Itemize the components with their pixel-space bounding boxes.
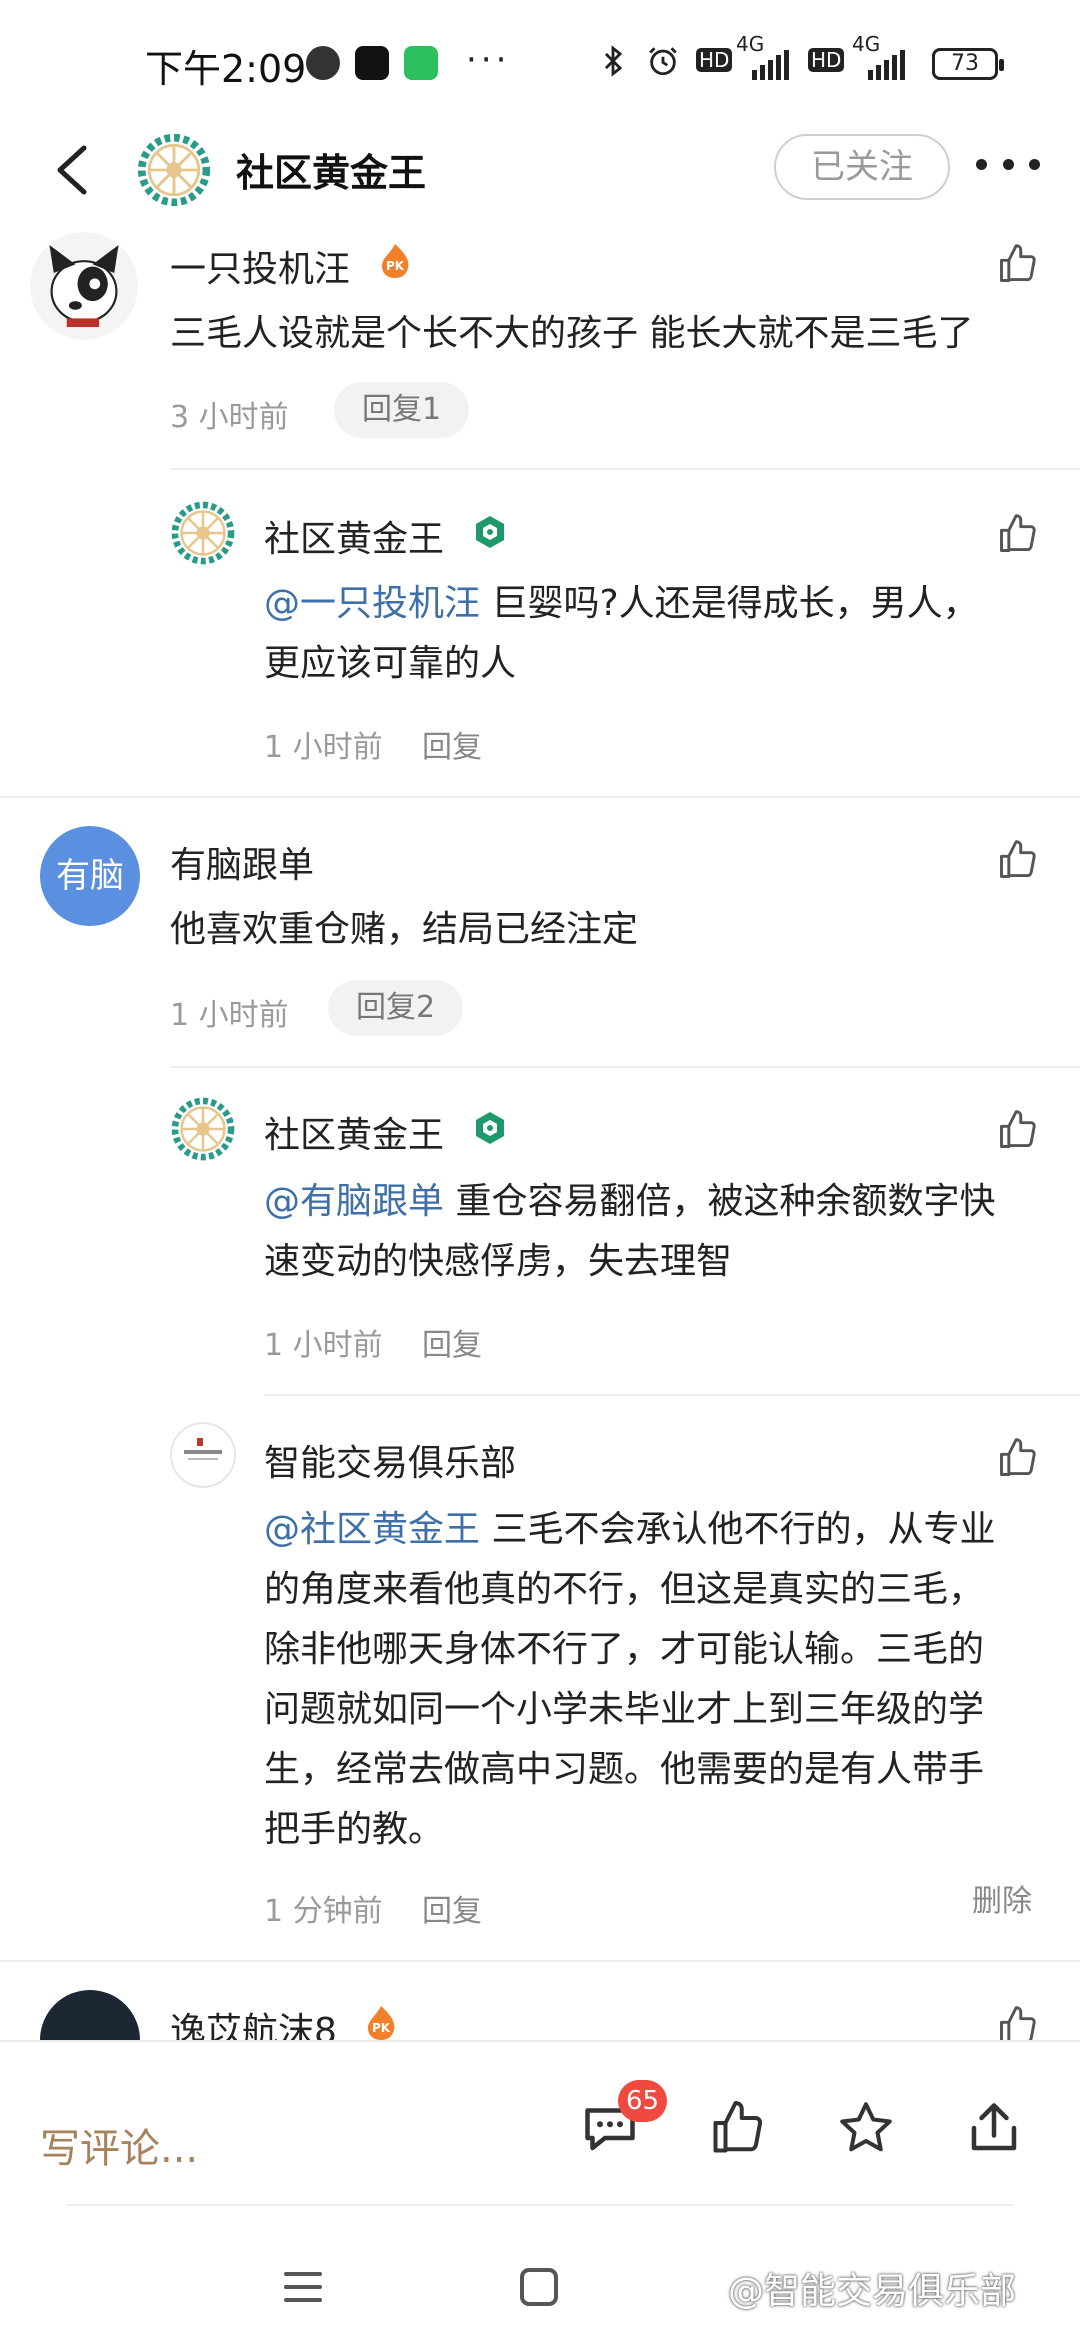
comment-text: 他喜欢重仓赌，结局已经注定 <box>170 909 639 950</box>
reply-avatar[interactable] <box>170 1096 236 1162</box>
like-icon[interactable] <box>996 1436 1040 1480</box>
svg-text:PK: PK <box>386 259 405 273</box>
like-icon[interactable] <box>996 838 1040 882</box>
reply-text: @一只投机汪 巨婴吗?人还是得成长，男人， 更应该可靠的人 <box>264 583 979 684</box>
reply-button[interactable]: 回复 <box>422 722 482 766</box>
recent-apps-icon[interactable] <box>284 2272 322 2302</box>
like-icon[interactable] <box>996 1108 1040 1152</box>
pk-badge-icon: PK <box>382 244 409 278</box>
reply-avatar[interactable] <box>170 500 236 566</box>
music-app-icon <box>355 46 389 80</box>
follow-button[interactable]: 已关注 <box>774 134 950 200</box>
write-comment-input[interactable]: 写评论... <box>40 2116 198 2174</box>
user-avatar[interactable] <box>30 232 138 340</box>
more-notifications-icon: ··· <box>466 40 511 80</box>
user-avatar[interactable]: 有脑 <box>40 826 140 926</box>
bar-separator <box>66 2204 1014 2206</box>
divider <box>170 468 1080 470</box>
reply-button[interactable]: 回复 <box>422 1320 482 1364</box>
signal-icon-2 <box>868 50 905 80</box>
mention-link[interactable]: @一只投机汪 <box>264 583 480 624</box>
page-title: 社区黄金王 <box>236 151 427 195</box>
mention-link[interactable]: @有脑跟单 <box>264 1181 444 1222</box>
verified-badge-icon <box>476 1112 504 1144</box>
commenter-name[interactable]: 一只投机汪 <box>170 240 350 292</box>
reply-time: 1 小时前 <box>264 1328 383 1363</box>
divider <box>264 1394 1080 1396</box>
hd-indicator-2: HD <box>808 48 845 72</box>
reply-author-name[interactable]: 智能交易俱乐部 <box>264 1434 516 1486</box>
hd-indicator: HD <box>696 48 733 72</box>
verified-badge-icon <box>476 516 504 548</box>
pk-badge-icon: PK <box>368 2006 395 2040</box>
more-options-icon[interactable] <box>976 154 1040 174</box>
home-button-icon[interactable] <box>520 2268 558 2306</box>
share-icon[interactable] <box>964 2098 1024 2158</box>
thread-divider <box>0 796 1080 798</box>
svg-text:PK: PK <box>372 2021 391 2035</box>
mention-link[interactable]: @社区黄金王 <box>264 1509 480 1550</box>
alarm-icon <box>649 47 677 76</box>
divider <box>170 1066 1080 1068</box>
comment-time: 1 小时前 <box>170 998 289 1033</box>
reply-text: @社区黄金王 三毛不会承认他不行的，从专业 的角度来看他真的不行，但这是真实的三… <box>264 1509 996 1850</box>
signal-icon <box>752 50 789 80</box>
comment-time: 3 小时前 <box>170 400 289 435</box>
like-icon[interactable] <box>996 242 1040 286</box>
reply-button[interactable]: 回复 <box>422 1886 482 1930</box>
reply-author-name[interactable]: 社区黄金王 <box>264 510 444 562</box>
back-arrow-icon[interactable] <box>48 142 98 198</box>
bluetooth-icon <box>604 45 623 77</box>
like-icon[interactable] <box>996 512 1040 556</box>
commenter-name[interactable]: 有脑跟单 <box>170 836 314 888</box>
like-icon[interactable] <box>708 2098 768 2158</box>
reply-avatar[interactable] <box>170 1422 236 1488</box>
favorite-star-icon[interactable] <box>836 2098 896 2158</box>
wechat-icon <box>404 46 438 80</box>
reply-count-button[interactable]: 回复1 <box>334 382 470 438</box>
battery-indicator: 73 <box>932 48 1004 80</box>
bottom-action-bar: 写评论... 65 <box>0 2040 1080 2210</box>
header-avatar[interactable] <box>136 132 212 208</box>
comment-count-badge: 65 <box>618 2080 668 2122</box>
reply-text: @有脑跟单 重仓容易翻倍，被这种余额数字快 速变动的快感俘虏，失去理智 <box>264 1181 996 1282</box>
reply-time: 1 小时前 <box>264 730 383 765</box>
reply-time: 1 分钟前 <box>264 1894 383 1929</box>
system-nav-bar: @智能交易俱乐部 <box>0 2210 1080 2340</box>
status-bar: 下午2:09 ··· HD 4G HD 4G 73 <box>0 0 1080 120</box>
status-time: 下午2:09 <box>145 47 307 91</box>
delete-button[interactable]: 删除 <box>972 1876 1032 1920</box>
app-notification-icon <box>306 46 340 80</box>
reply-count-button[interactable]: 回复2 <box>328 980 464 1036</box>
watermark: @智能交易俱乐部 <box>728 2271 1017 2312</box>
reply-author-name[interactable]: 社区黄金王 <box>264 1106 444 1158</box>
comment-text: 三毛人设就是个长不大的孩子 能长大就不是三毛了 <box>170 313 974 354</box>
top-header: 社区黄金王 已关注 <box>0 120 1080 220</box>
thread-divider <box>0 1960 1080 1962</box>
